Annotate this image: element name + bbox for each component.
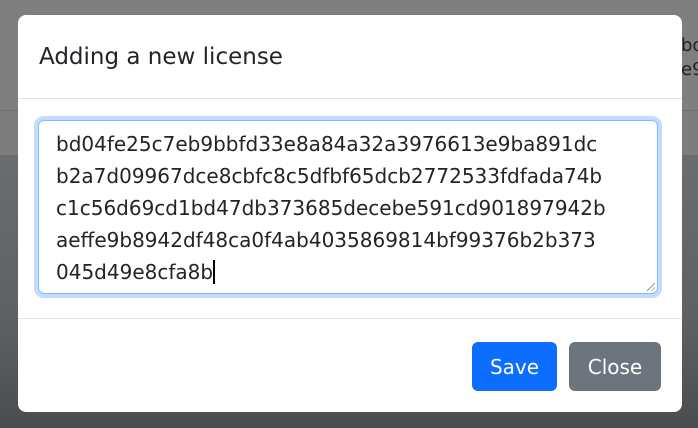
dialog-title: Adding a new license [39, 43, 283, 70]
dialog-body: bd04fe25c7eb9bbfd33e8a84a32a3976613e9ba8… [18, 99, 682, 319]
background-text: bo e9 [681, 34, 698, 82]
background-text-line: bo [681, 35, 698, 56]
add-license-dialog: Adding a new license bd04fe25c7eb9bbfd33… [18, 15, 682, 412]
save-button[interactable]: Save [472, 342, 557, 391]
background-text-line: e9 [681, 59, 698, 80]
license-line: aeffe9b8942df48ca0f4ab4035869814bf99376b… [56, 228, 596, 252]
dialog-header: Adding a new license [18, 15, 682, 99]
license-line-last: 045d49e8cfa8b [56, 256, 657, 288]
license-line: bd04fe25c7eb9bbfd33e8a84a32a3976613e9ba8… [56, 132, 598, 156]
license-key-textarea[interactable]: bd04fe25c7eb9bbfd33e8a84a32a3976613e9ba8… [38, 120, 658, 294]
close-button[interactable]: Close [569, 342, 661, 391]
license-line: b2a7d09967dce8cbfc8c5dfbf65dcb2772533fdf… [56, 164, 603, 188]
text-caret [213, 260, 216, 284]
license-line: 045d49e8cfa8b [56, 260, 214, 284]
license-line: c1c56d69cd1bd47db373685decebe591cd901897… [56, 196, 606, 220]
